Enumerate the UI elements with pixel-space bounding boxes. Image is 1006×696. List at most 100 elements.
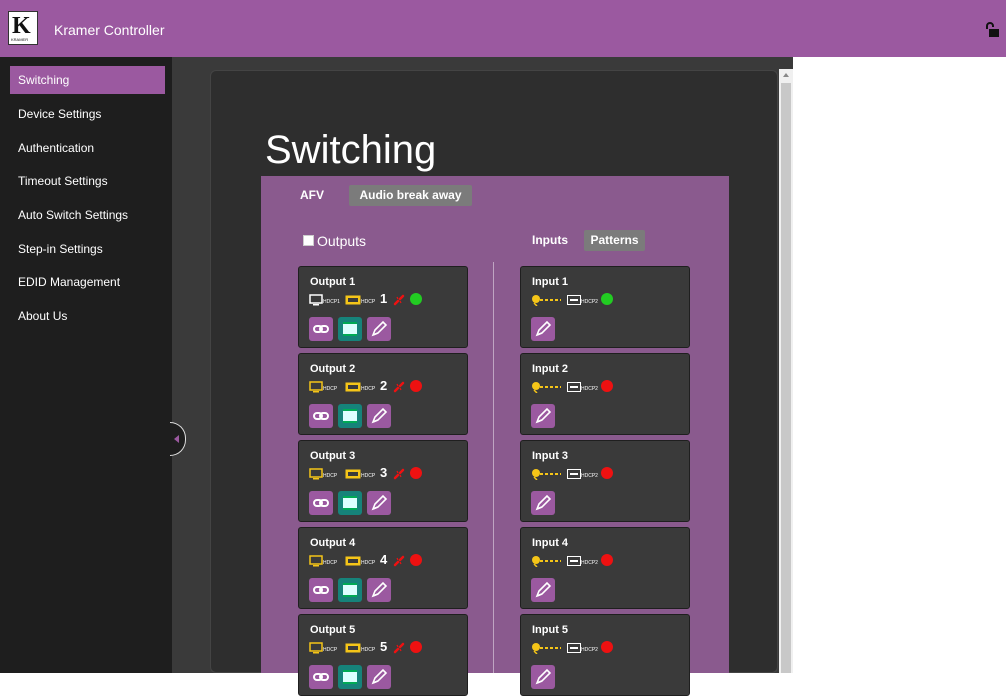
link-icon — [313, 499, 329, 507]
disconnected-link-icon — [393, 294, 405, 306]
output-card[interactable]: Output 2 HDCP HDCP 2 — [298, 353, 468, 435]
sidebar-item-label: Auto Switch Settings — [18, 208, 129, 222]
sidebar-item-step-in-settings[interactable]: Step-in Settings — [10, 235, 165, 263]
edit-button[interactable] — [531, 578, 555, 602]
output-number: 2 — [380, 378, 388, 393]
output-card[interactable]: Output 3 HDCP HDCP 3 — [298, 440, 468, 522]
unlock-icon[interactable] — [985, 22, 999, 38]
film-icon — [343, 583, 357, 597]
input-status-indicator — [601, 293, 613, 305]
right-blank-area — [793, 57, 1006, 673]
hdmi-connector-icon — [345, 295, 361, 305]
tab-inputs[interactable]: Inputs — [520, 230, 580, 251]
sidebar-item-edid-management[interactable]: EDID Management — [10, 268, 165, 296]
edit-button[interactable] — [367, 317, 391, 341]
port-icon — [567, 469, 581, 479]
output-card[interactable]: Output 5 HDCP HDCP 5 — [298, 614, 468, 696]
input-status-indicator — [601, 467, 613, 479]
output-hdcp-label: HDCP — [323, 473, 338, 479]
video-pattern-button[interactable] — [338, 578, 362, 602]
tab-afv[interactable]: AFV — [286, 185, 338, 206]
video-pattern-button[interactable] — [338, 665, 362, 689]
app-title: Kramer Controller — [54, 22, 165, 38]
input-card[interactable]: Input 5 HDCP2 — [520, 614, 690, 696]
port-icon — [567, 556, 581, 566]
kramer-logo: K KRAMER — [8, 11, 38, 45]
hdmi-cable-icon — [532, 556, 561, 567]
monitor-icon — [309, 642, 323, 654]
hdmi-connector-icon — [345, 643, 361, 653]
sidebar-item-label: Step-in Settings — [18, 242, 103, 256]
sidebar-item-auto-switch-settings[interactable]: Auto Switch Settings — [10, 201, 165, 229]
link-button[interactable] — [309, 578, 333, 602]
edit-button[interactable] — [531, 404, 555, 428]
output-title: Output 3 — [310, 450, 356, 462]
logo-subtext: KRAMER — [11, 37, 29, 42]
outputs-select-all-checkbox[interactable] — [303, 235, 314, 246]
film-icon — [343, 409, 357, 423]
sidebar-item-label: About Us — [18, 309, 68, 323]
output-status-indicator — [410, 293, 422, 305]
disconnected-link-icon — [393, 555, 405, 567]
page-title: Switching — [265, 128, 437, 172]
link-icon — [313, 586, 329, 594]
film-icon — [343, 670, 357, 684]
input-card[interactable]: Input 3 HDCP2 — [520, 440, 690, 522]
pencil-icon — [371, 668, 388, 685]
video-pattern-button[interactable] — [338, 317, 362, 341]
output-hdcp-label: HDCP1 — [323, 299, 340, 305]
edit-button[interactable] — [531, 491, 555, 515]
pencil-icon — [535, 668, 552, 685]
scrollbar[interactable] — [779, 69, 793, 673]
pencil-icon — [371, 407, 388, 424]
output-card[interactable]: Output 4 HDCP HDCP 4 — [298, 527, 468, 609]
chevron-left-icon — [174, 435, 179, 443]
link-button[interactable] — [309, 317, 333, 341]
tab-audio-break-away[interactable]: Audio break away — [349, 185, 472, 206]
top-bar: K KRAMER Kramer Controller — [0, 0, 1006, 58]
edit-button[interactable] — [531, 317, 555, 341]
output-title: Output 4 — [310, 537, 356, 549]
link-button[interactable] — [309, 491, 333, 515]
input-title: Input 3 — [532, 450, 569, 462]
input-title: Input 2 — [532, 363, 569, 375]
link-button[interactable] — [309, 404, 333, 428]
sidebar-item-switching[interactable]: Switching — [10, 66, 165, 94]
column-divider — [493, 262, 494, 673]
hdmi-cable-icon — [532, 643, 561, 654]
input-status-indicator — [601, 641, 613, 653]
sidebar-item-authentication[interactable]: Authentication — [10, 134, 165, 162]
scrollbar-thumb[interactable] — [781, 83, 791, 673]
input-title: Input 4 — [532, 537, 569, 549]
output-card[interactable]: Output 1 HDCP1 HDCP 1 — [298, 266, 468, 348]
film-icon — [343, 322, 357, 336]
tab-patterns[interactable]: Patterns — [584, 230, 645, 251]
monitor-icon — [309, 294, 323, 306]
input-card[interactable]: Input 4 HDCP2 — [520, 527, 690, 609]
monitor-icon — [309, 555, 323, 567]
input-card[interactable]: Input 1 HDCP2 — [520, 266, 690, 348]
link-icon — [313, 673, 329, 681]
scroll-up-icon[interactable] — [783, 73, 789, 77]
edit-button[interactable] — [367, 404, 391, 428]
sidebar-item-label: Timeout Settings — [18, 174, 108, 188]
disconnected-link-icon — [393, 642, 405, 654]
edit-button[interactable] — [531, 665, 555, 689]
input-card[interactable]: Input 2 HDCP2 — [520, 353, 690, 435]
video-pattern-button[interactable] — [338, 491, 362, 515]
edit-button[interactable] — [367, 491, 391, 515]
sidebar-item-timeout-settings[interactable]: Timeout Settings — [10, 167, 165, 195]
input-title: Input 5 — [532, 624, 569, 636]
hdmi-cable-icon — [532, 382, 561, 393]
output-number: 5 — [380, 639, 388, 654]
output-status-indicator — [410, 467, 422, 479]
video-pattern-button[interactable] — [338, 404, 362, 428]
port-icon — [567, 295, 581, 305]
sidebar-item-device-settings[interactable]: Device Settings — [10, 100, 165, 128]
edit-button[interactable] — [367, 578, 391, 602]
link-button[interactable] — [309, 665, 333, 689]
output-number: 1 — [380, 291, 388, 306]
output-hdcp2-label: HDCP — [361, 647, 376, 653]
sidebar-item-about-us[interactable]: About Us — [10, 302, 165, 330]
edit-button[interactable] — [367, 665, 391, 689]
